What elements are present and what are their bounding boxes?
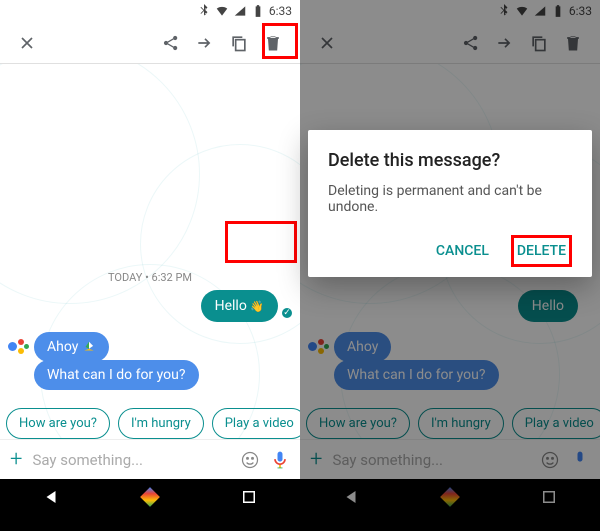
close-button[interactable]	[10, 26, 44, 60]
assistant-message[interactable]: What can I do for you?	[34, 360, 199, 390]
chat-timestamp: TODAY • 6:32 PM	[0, 271, 300, 284]
home-icon[interactable]	[140, 487, 160, 507]
selection-toolbar	[0, 22, 300, 64]
compose-input[interactable]: Say something...	[32, 451, 230, 469]
confirm-delete-button[interactable]: DELETE	[511, 235, 572, 267]
bluetooth-icon	[197, 4, 211, 18]
forward-button[interactable]	[188, 26, 222, 60]
annotation-highlight	[262, 23, 298, 59]
suggestion-chip[interactable]: How are you?	[6, 408, 110, 439]
status-time: 6:33	[269, 4, 292, 18]
add-button[interactable]: +	[10, 447, 22, 472]
nav-bar	[0, 479, 300, 514]
chat-area: TODAY • 6:32 PM Hello 👋 ✓ Ahoy What can …	[0, 64, 300, 531]
assistant-message[interactable]: Ahoy	[34, 332, 109, 362]
mic-icon[interactable]	[270, 450, 290, 470]
copy-button[interactable]	[222, 26, 256, 60]
annotation-highlight	[225, 221, 297, 263]
suggestion-chip[interactable]: Play a video	[212, 408, 300, 439]
assistant-avatar-icon	[8, 337, 28, 357]
wifi-icon	[215, 4, 229, 18]
emoji-icon[interactable]	[240, 450, 260, 470]
dialog-title: Delete this message?	[328, 150, 572, 171]
back-icon[interactable]	[42, 488, 60, 506]
share-button[interactable]	[154, 26, 188, 60]
suggestion-chip[interactable]: I'm hungry	[118, 408, 204, 439]
compose-bar: + Say something...	[0, 439, 300, 479]
outgoing-message[interactable]: Hello 👋	[201, 290, 278, 322]
dialog-body: Deleting is permanent and can't be undon…	[328, 183, 572, 215]
recents-icon[interactable]	[240, 488, 258, 506]
cancel-button[interactable]: CANCEL	[430, 235, 495, 267]
status-bar: 6:33	[0, 0, 300, 22]
battery-icon	[251, 4, 265, 18]
delete-dialog: Delete this message? Deleting is permane…	[308, 130, 592, 277]
suggestion-chips: How are you? I'm hungry Play a video Sho…	[6, 408, 300, 439]
message-status-icon: ✓	[280, 306, 294, 320]
signal-icon	[233, 4, 247, 18]
